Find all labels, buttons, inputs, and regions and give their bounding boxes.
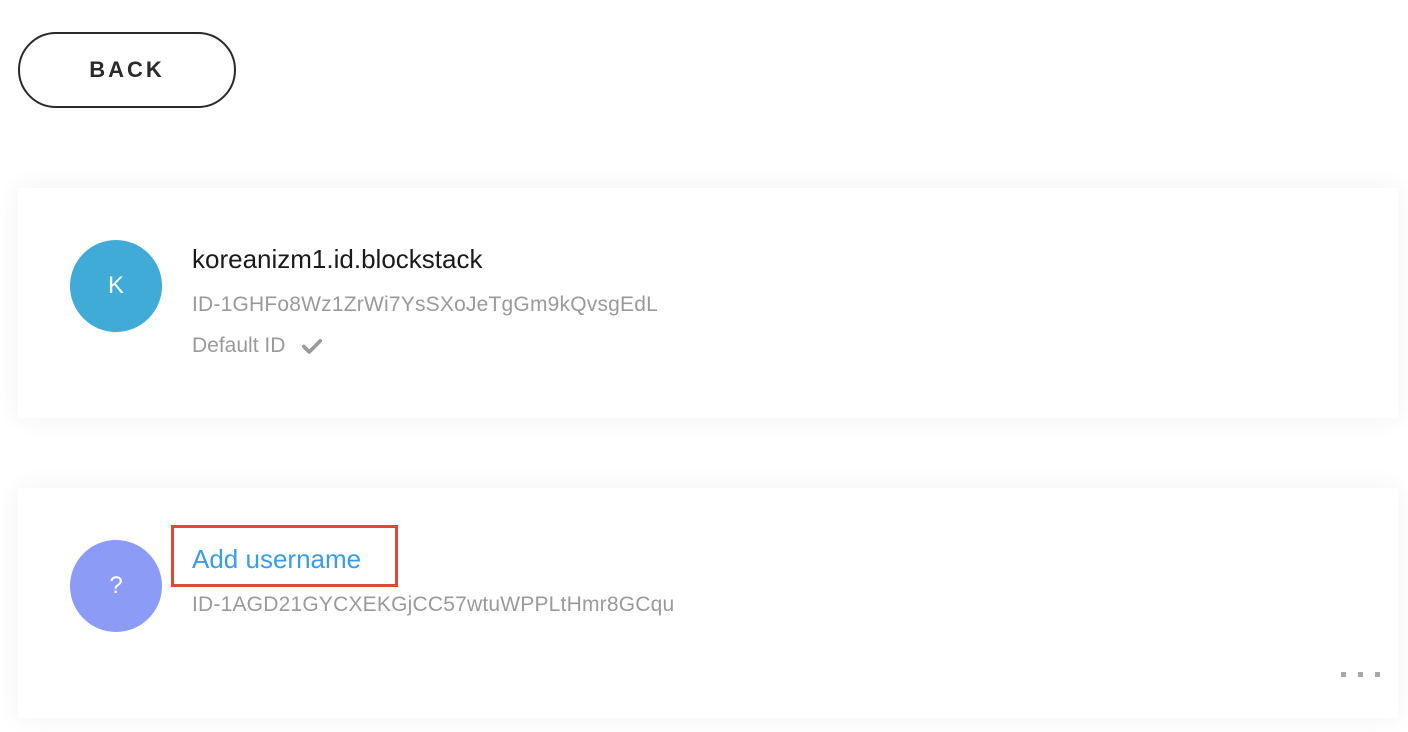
identity-card-default[interactable]: K koreanizm1.id.blockstack ID-1GHFo8Wz1Z… <box>18 188 1398 418</box>
default-id-label: Default ID <box>192 334 286 357</box>
identity-id: ID-1AGD21GYCXEKGjCC57wtuWPPLtHmr8GCqu <box>192 593 675 616</box>
identity-card-unnamed[interactable]: ? Add username ID-1AGD21GYCXEKGjCC57wtuW… <box>18 488 1398 718</box>
add-username-link[interactable]: Add username <box>192 544 361 575</box>
avatar: K <box>70 240 162 332</box>
back-button[interactable]: BACK <box>18 32 236 108</box>
page: BACK K koreanizm1.id.blockstack ID-1GHFo… <box>0 0 1408 732</box>
dot <box>1375 672 1380 677</box>
username: koreanizm1.id.blockstack <box>192 244 483 274</box>
default-id-row: Default ID <box>192 334 323 358</box>
checkmark-icon <box>302 339 323 354</box>
dot <box>1358 672 1363 677</box>
more-options-icon[interactable] <box>1341 668 1380 681</box>
dot <box>1341 672 1346 677</box>
identity-id: ID-1GHFo8Wz1ZrWi7YsSXoJeTgGm9kQvsgEdL <box>192 293 659 316</box>
avatar: ? <box>70 540 162 632</box>
